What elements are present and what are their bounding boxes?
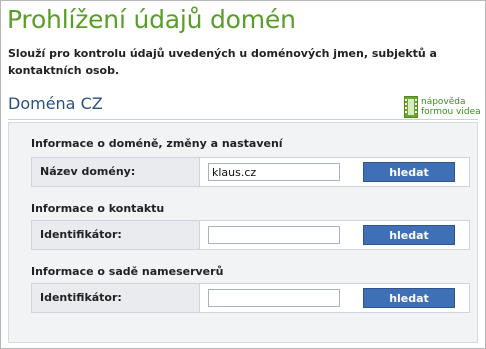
- contact-group-title: Informace o kontaktu: [31, 202, 165, 215]
- page-frame: Prohlížení údajů domén Slouží pro kontro…: [0, 0, 486, 349]
- contact-id-input[interactable]: [208, 226, 340, 244]
- section-title: Doména CZ: [8, 94, 103, 113]
- domain-label-cell: Název domény:: [32, 158, 200, 186]
- nsset-search-row: Identifikátor: hledat: [31, 283, 470, 313]
- video-help-line1: nápověda: [421, 97, 466, 107]
- nsset-search-button[interactable]: hledat: [363, 288, 455, 308]
- nsset-id-input[interactable]: [208, 289, 340, 307]
- nsset-label-cell: Identifikátor:: [32, 284, 200, 312]
- section-divider: [8, 119, 478, 120]
- video-help-line2: formou videa: [421, 107, 481, 117]
- contact-search-button[interactable]: hledat: [363, 225, 455, 245]
- page-intro: Slouží pro kontrolu údajů uvedených u do…: [8, 47, 437, 77]
- domain-name-input[interactable]: [208, 163, 340, 181]
- video-help-link[interactable]: nápověda formou videa: [404, 95, 481, 119]
- contact-search-row: Identifikátor: hledat: [31, 220, 470, 250]
- nsset-group-title: Informace o sadě nameserverů: [31, 265, 224, 278]
- page-title: Prohlížení údajů domén: [7, 5, 296, 34]
- search-panel: Informace o doméně, změny a nastavení Ná…: [8, 122, 478, 343]
- contact-label-cell: Identifikátor:: [32, 221, 200, 249]
- film-strip-icon: [404, 96, 418, 118]
- domain-search-button[interactable]: hledat: [363, 162, 455, 182]
- video-help-label[interactable]: nápověda formou videa: [421, 97, 481, 117]
- contact-id-label: Identifikátor:: [40, 228, 122, 241]
- domain-name-label: Název domény:: [40, 165, 136, 178]
- nsset-id-label: Identifikátor:: [40, 291, 122, 304]
- domain-group-title: Informace o doméně, změny a nastavení: [31, 137, 283, 150]
- domain-search-row: Název domény: hledat: [31, 157, 470, 187]
